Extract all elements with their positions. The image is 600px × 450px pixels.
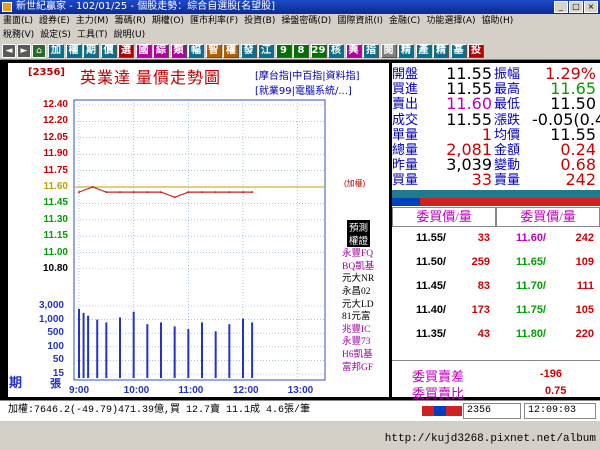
time-tick-label: 13:00	[287, 385, 314, 396]
price-tick-label: 11.00	[43, 246, 68, 258]
price-tick-label: 11.60	[43, 181, 68, 192]
quote-label: 開盤	[392, 66, 419, 81]
time-tick-label: 11:00	[178, 385, 204, 396]
quote-label: 買進	[392, 81, 419, 97]
bid-price[interactable]: 11.55/	[410, 232, 446, 244]
quote-label: 總量	[392, 142, 419, 157]
bid-ask-ratio-bar	[392, 198, 600, 206]
price-point	[78, 191, 80, 194]
reference-label: (加權)	[344, 179, 366, 188]
quote-label: 賣出	[392, 96, 419, 112]
quote-label: 成交	[392, 111, 419, 127]
price-tick-label: 11.15	[43, 230, 68, 242]
volume-axis-label-1: 期	[9, 376, 23, 391]
quote-label: 買量	[392, 172, 419, 188]
quote-label: 最高	[494, 81, 521, 97]
time-tick-label: 9:00	[69, 385, 90, 396]
price-point	[105, 191, 108, 194]
volume-tick-label: 100	[47, 340, 64, 352]
watermark-url: http://kujd3268.pixnet.net/album	[384, 433, 596, 445]
ask-qty[interactable]: 109	[546, 256, 594, 268]
price-point	[173, 196, 176, 199]
ask-price[interactable]: 11.75/	[508, 304, 546, 316]
price-point	[201, 191, 203, 194]
quote-value: 242	[565, 170, 596, 190]
time-tick-label: 10:00	[123, 385, 150, 396]
bid-price[interactable]: 11.45/	[410, 280, 446, 292]
price-point	[228, 191, 231, 194]
price-point	[251, 191, 254, 194]
price-tick-label: 10.80	[42, 263, 68, 274]
ask-price[interactable]: 11.60/	[508, 232, 546, 244]
plot-area	[73, 99, 326, 381]
volume-tick-label: 50	[52, 354, 64, 366]
price-point	[119, 191, 121, 194]
ask-qty[interactable]: 220	[546, 328, 594, 340]
volume-axis-label-2: 張	[50, 377, 61, 390]
volume-tick-label: 1,000	[38, 313, 64, 325]
price-point	[242, 191, 244, 194]
price-tick-label: 11.45	[43, 197, 68, 209]
quote-label: 昨量	[392, 157, 419, 173]
quote-label: 漲跌	[494, 111, 521, 127]
broker-11[interactable]: 富邦GF	[342, 359, 373, 373]
quote-label: 振幅	[494, 66, 521, 81]
quote-label: 均價	[494, 126, 521, 142]
diff-value: -196	[540, 368, 563, 380]
quote-value: 33	[471, 170, 492, 190]
volume-tick-label: 500	[47, 327, 64, 339]
bid-ask-bar	[392, 190, 600, 198]
bid-qty[interactable]: 33	[446, 232, 490, 244]
status-time: 12:09:03	[524, 403, 596, 419]
ask-price[interactable]: 11.65/	[508, 256, 546, 268]
price-tick-label: 11.90	[43, 148, 68, 160]
price-tick-label: 11.75	[43, 164, 68, 176]
ratio-value: 0.75	[545, 385, 567, 397]
price-tick-label: 12.40	[42, 99, 68, 110]
ask-qty[interactable]: 105	[546, 304, 594, 316]
ask-price[interactable]: 11.70/	[508, 280, 546, 292]
bid-qty[interactable]: 173	[446, 304, 490, 316]
price-point	[187, 191, 190, 194]
quote-row: 買量 33 賣量 242	[392, 172, 600, 188]
time-tick-label: 12:00	[233, 385, 259, 396]
price-point	[91, 186, 94, 188]
volume-tick-label: 3,000	[38, 300, 64, 311]
quote-label: 賣量	[494, 172, 521, 188]
bid-qty[interactable]: 43	[446, 328, 490, 340]
bid-qty[interactable]: 83	[446, 280, 490, 292]
quote-label: 最低	[494, 96, 521, 112]
bid-header: 委買價/量	[392, 207, 496, 227]
price-tick-label: 12.20	[42, 115, 68, 127]
price-point	[132, 191, 135, 194]
quote-label: 金額	[494, 142, 521, 157]
ask-price[interactable]: 11.80/	[508, 328, 546, 340]
bid-qty[interactable]: 259	[446, 256, 490, 268]
price-tick-label: 11.30	[43, 213, 68, 225]
divider	[392, 360, 600, 361]
price-point	[146, 191, 149, 194]
bid-price[interactable]: 11.40/	[410, 304, 446, 316]
quote-label: 單量	[392, 126, 419, 142]
ask-qty[interactable]: 242	[546, 232, 594, 244]
quote-label: 變動	[494, 157, 521, 173]
price-tick-label: 12.05	[42, 131, 68, 143]
ask-qty[interactable]: 111	[546, 280, 594, 292]
status-color-bar	[422, 406, 462, 416]
bid-price[interactable]: 11.50/	[410, 256, 446, 268]
status-bar: 加權:7646.2(-49.79)471.39億,買 12.7賣 11.1成 4…	[0, 400, 600, 420]
price-point	[214, 191, 217, 194]
status-stock-code[interactable]: 2356	[463, 403, 521, 419]
ask-header: 委買價/量	[496, 207, 600, 227]
bid-price[interactable]: 11.35/	[410, 328, 446, 340]
status-text: 加權:7646.2(-49.79)471.39億,買 12.7賣 11.1成 4…	[8, 405, 311, 416]
price-point	[160, 191, 162, 194]
